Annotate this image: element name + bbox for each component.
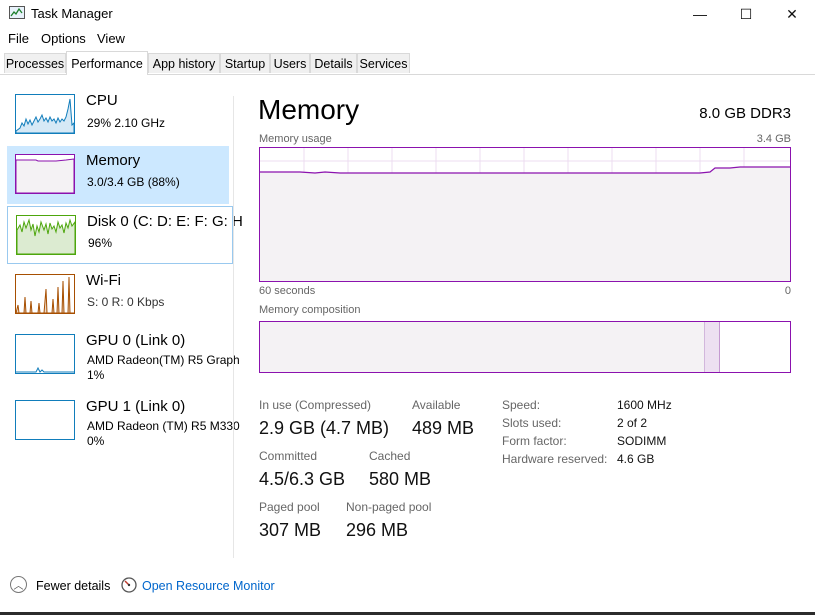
memory-usage-graph xyxy=(259,147,791,282)
paged-pool-label: Paged pool xyxy=(259,500,320,514)
time-axis-start: 60 seconds xyxy=(259,285,316,297)
gpu1-thumbnail-graph xyxy=(15,400,75,440)
speed-label: Speed: xyxy=(502,398,541,412)
sidebar-item-title: Disk 0 (C: D: E: F: G: H xyxy=(87,213,243,230)
sidebar-item-title: GPU 0 (Link 0) xyxy=(86,332,186,349)
memory-spec: 8.0 GB DDR3 xyxy=(699,105,791,122)
nonpaged-pool-label: Non-paged pool xyxy=(346,500,432,514)
sidebar-item-usage: 1% xyxy=(87,368,105,382)
pane-divider[interactable] xyxy=(233,96,234,558)
available-label: Available xyxy=(412,398,461,412)
footer-bar: ︿ Fewer details Open Resource Monitor xyxy=(0,570,815,602)
cached-value: 580 MB xyxy=(369,469,432,489)
slots-used-label: Slots used: xyxy=(502,416,562,430)
disk-thumbnail-graph xyxy=(16,215,76,255)
time-axis-end: 0 xyxy=(784,285,791,297)
sidebar-item-gpu1[interactable]: GPU 1 (Link 0) AMD Radeon (TM) R5 M330 0… xyxy=(7,392,240,450)
sidebar-item-usage: 0% xyxy=(87,434,105,448)
tab-services[interactable]: Services xyxy=(357,53,410,73)
form-factor-label: Form factor: xyxy=(502,434,567,448)
sidebar-item-title: GPU 1 (Link 0) xyxy=(86,398,186,415)
paged-pool-value: 307 MB xyxy=(259,520,322,540)
maximize-button[interactable]: ☐ xyxy=(723,0,769,28)
in-use-value: 2.9 GB (4.7 MB) xyxy=(259,418,390,438)
tab-processes[interactable]: Processes xyxy=(4,53,66,73)
fewer-details-button[interactable]: Fewer details xyxy=(36,579,110,593)
sidebar-item-memory[interactable]: Memory 3.0/3.4 GB (88%) xyxy=(7,146,229,204)
memory-thumbnail-graph xyxy=(15,154,75,194)
in-use-segment xyxy=(260,322,705,372)
sidebar-item-disk[interactable]: Disk 0 (C: D: E: F: G: H 96% xyxy=(7,206,243,264)
wifi-thumbnail-graph xyxy=(15,274,75,314)
speed-value: 1600 MHz xyxy=(617,398,672,412)
committed-value: 4.5/6.3 GB xyxy=(259,469,346,489)
hardware-reserved-value: 4.6 GB xyxy=(617,452,655,466)
task-manager-icon xyxy=(9,6,25,19)
sidebar-item-detail: 3.0/3.4 GB (88%) xyxy=(87,175,180,189)
gpu0-thumbnail-graph xyxy=(15,334,75,374)
minimize-icon: — xyxy=(693,6,707,22)
hardware-reserved-label: Hardware reserved: xyxy=(502,452,608,466)
sidebar-item-cpu[interactable]: CPU 29% 2.10 GHz xyxy=(7,86,229,144)
form-factor-value: SODIMM xyxy=(617,434,667,448)
tab-users[interactable]: Users xyxy=(270,53,310,73)
memory-composition-label: Memory composition xyxy=(259,304,361,316)
memory-usage-max: 3.4 GB xyxy=(756,133,791,145)
open-resource-monitor-link[interactable]: Open Resource Monitor xyxy=(142,579,275,593)
sidebar-item-detail: 96% xyxy=(88,236,113,250)
in-use-label: In use (Compressed) xyxy=(259,398,372,412)
sidebar-item-title: CPU xyxy=(86,92,118,109)
sidebar-item-wifi[interactable]: Wi-Fi S: 0 R: 0 Kbps xyxy=(7,266,229,324)
sidebar-item-detail: 29% 2.10 GHz xyxy=(87,116,166,130)
minimize-button[interactable]: — xyxy=(677,0,723,28)
chevron-up-icon[interactable]: ︿ xyxy=(10,576,27,593)
sidebar-item-detail: AMD Radeon(TM) R5 Graph xyxy=(87,353,240,367)
maximize-icon: ☐ xyxy=(739,5,753,22)
memory-usage-chart xyxy=(260,148,790,281)
title-bar: Task Manager — ☐ ✕ xyxy=(0,0,815,28)
sidebar-item-title: Wi-Fi xyxy=(86,272,121,289)
sidebar-item-gpu0[interactable]: GPU 0 (Link 0) AMD Radeon(TM) R5 Graph 1… xyxy=(7,326,240,384)
tab-details[interactable]: Details xyxy=(310,53,357,73)
memory-composition-bar xyxy=(259,321,791,373)
resource-monitor-icon xyxy=(121,577,137,593)
tab-strip: Processes Performance App history Startu… xyxy=(0,51,815,75)
available-value: 489 MB xyxy=(412,418,475,438)
page-title: Memory xyxy=(258,94,360,125)
menu-options[interactable]: Options xyxy=(41,31,86,46)
menu-file[interactable]: File xyxy=(8,31,29,46)
close-button[interactable]: ✕ xyxy=(769,0,815,28)
cached-label: Cached xyxy=(369,449,411,463)
modified-segment xyxy=(705,322,720,372)
window-title: Task Manager xyxy=(31,6,113,21)
nonpaged-pool-value: 296 MB xyxy=(346,520,409,540)
close-icon: ✕ xyxy=(786,5,798,22)
committed-label: Committed xyxy=(259,449,318,463)
slots-used-value: 2 of 2 xyxy=(617,416,648,430)
cpu-thumbnail-graph xyxy=(15,94,75,134)
sidebar-item-detail: AMD Radeon (TM) R5 M330 xyxy=(87,419,240,433)
tab-app-history[interactable]: App history xyxy=(148,53,220,73)
memory-usage-label: Memory usage xyxy=(259,133,332,145)
sidebar-item-detail: S: 0 R: 0 Kbps xyxy=(87,295,165,309)
tab-performance[interactable]: Performance xyxy=(66,51,148,75)
resource-list: CPU 29% 2.10 GHz Memory 3.0/3.4 GB (88%)… xyxy=(0,75,243,557)
sidebar-item-title: Memory xyxy=(86,152,141,169)
menu-view[interactable]: View xyxy=(97,31,125,46)
tab-startup[interactable]: Startup xyxy=(220,53,270,73)
